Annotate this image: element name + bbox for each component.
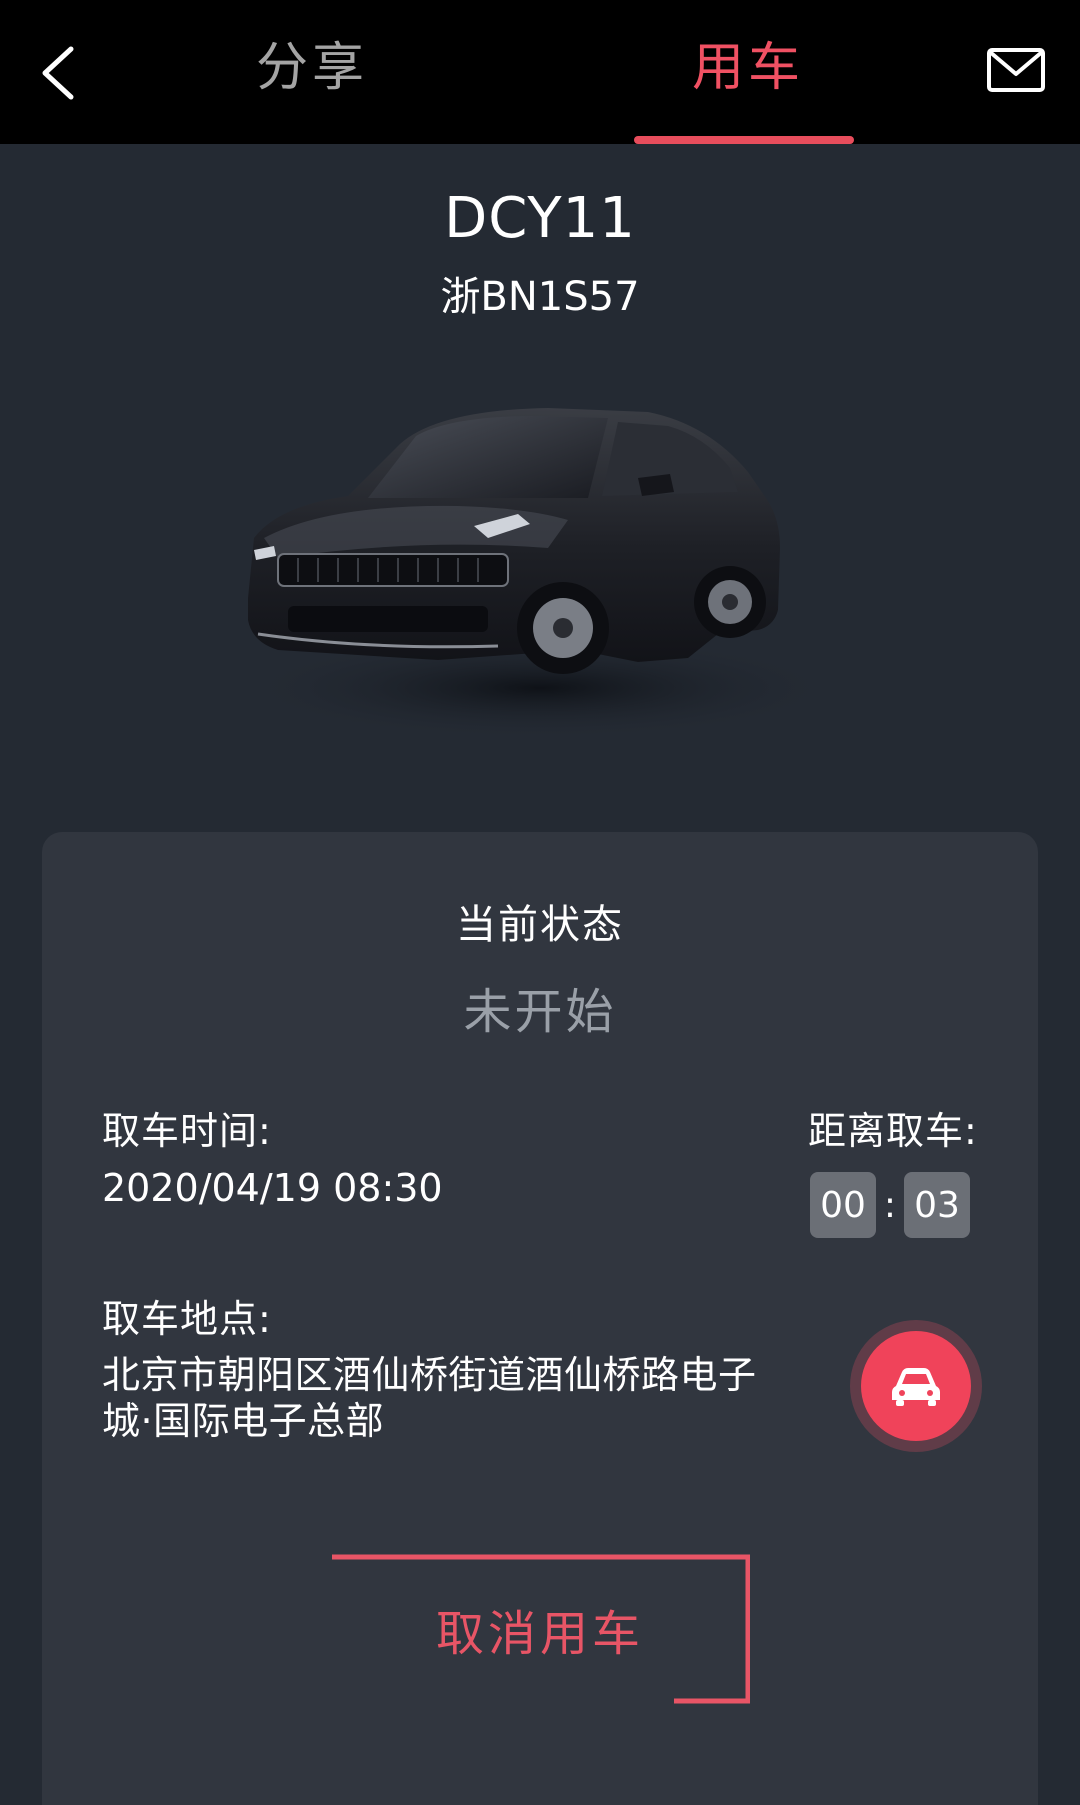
cancel-booking-label: 取消用车 <box>435 1606 644 1662</box>
reservation-card: 当前状态 未开始 取车时间: 2020/04/19 08:30 距离取车: 00… <box>42 832 1038 1805</box>
cancel-booking-button[interactable]: 取消用车 <box>330 1554 750 1704</box>
countdown-minutes: 03 <box>904 1172 970 1238</box>
countdown-hours: 00 <box>810 1172 876 1238</box>
navigate-to-car-button[interactable] <box>850 1320 982 1452</box>
status-value: 未开始 <box>463 984 617 1040</box>
car-image <box>240 408 840 740</box>
pickup-location-value: 北京市朝阳区酒仙桥街道酒仙桥路电子城·国际电子总部 <box>102 1353 757 1443</box>
navigate-button-inner <box>861 1331 971 1441</box>
pickup-time-value: 2020/04/19 08:30 <box>102 1166 443 1210</box>
top-bar: 分享 用车 <box>0 0 1080 144</box>
pickup-time-label: 取车时间: <box>102 1109 272 1153</box>
license-plate: 浙BN1S57 <box>440 274 640 320</box>
mail-icon <box>987 48 1045 92</box>
tab-share[interactable]: 分享 <box>256 28 368 108</box>
countdown-label: 距离取车: <box>808 1109 978 1153</box>
active-tab-indicator <box>634 136 854 144</box>
pickup-location-label: 取车地点: <box>102 1297 272 1341</box>
tab-use[interactable]: 用车 <box>692 28 804 108</box>
status-title: 当前状态 <box>456 902 624 948</box>
countdown-timer: 00 : 03 <box>810 1172 970 1238</box>
chevron-left-icon <box>42 46 74 100</box>
countdown-separator: : <box>883 1184 897 1226</box>
use-car-page: 分享 用车 DCY11 浙BN1S57 当前状态 未开始 取车时间: 2020/… <box>0 0 1080 1805</box>
vehicle-name: DCY11 <box>444 186 636 251</box>
back-button[interactable] <box>22 38 92 108</box>
mail-button[interactable] <box>986 46 1046 96</box>
car-icon <box>892 1368 940 1406</box>
